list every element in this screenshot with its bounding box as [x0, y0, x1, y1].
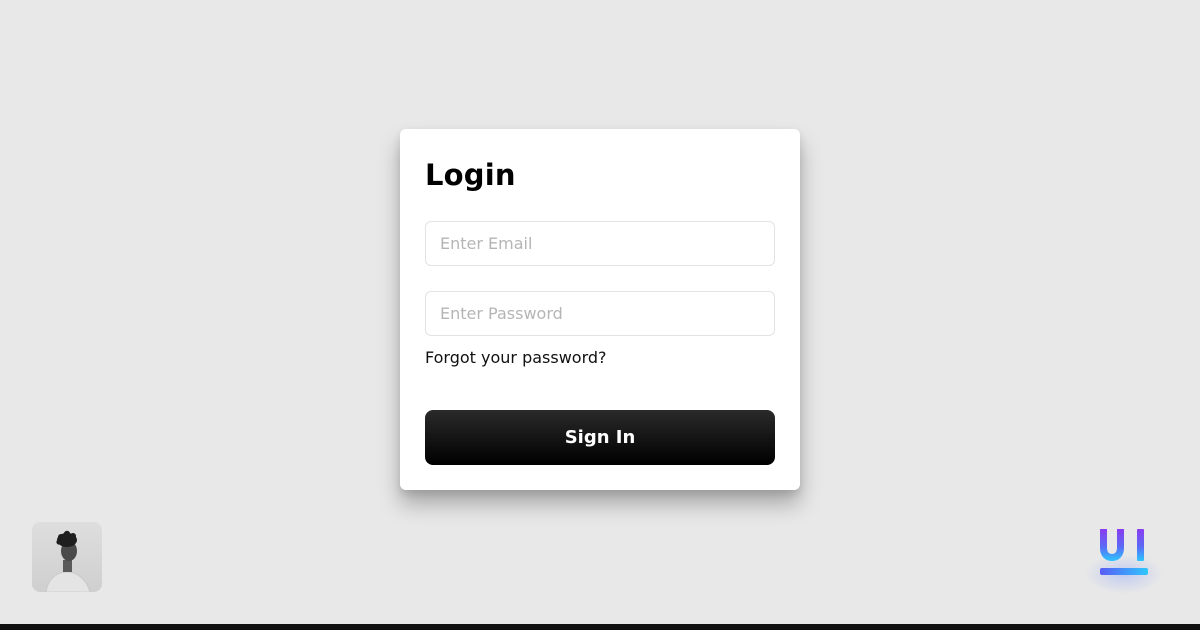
ui-letters-icon [1100, 529, 1148, 575]
bottom-bar [0, 624, 1200, 630]
login-title: Login [425, 158, 516, 192]
person-photo-icon [45, 530, 91, 592]
forgot-password-link[interactable]: Forgot your password? [425, 347, 607, 369]
user-avatar[interactable] [32, 522, 102, 592]
login-card: Login Forgot your password? Sign In [400, 129, 800, 490]
email-input[interactable] [425, 221, 775, 266]
ui-logo-icon[interactable] [1085, 524, 1163, 594]
sign-in-button[interactable]: Sign In [425, 410, 775, 465]
password-input[interactable] [425, 291, 775, 336]
